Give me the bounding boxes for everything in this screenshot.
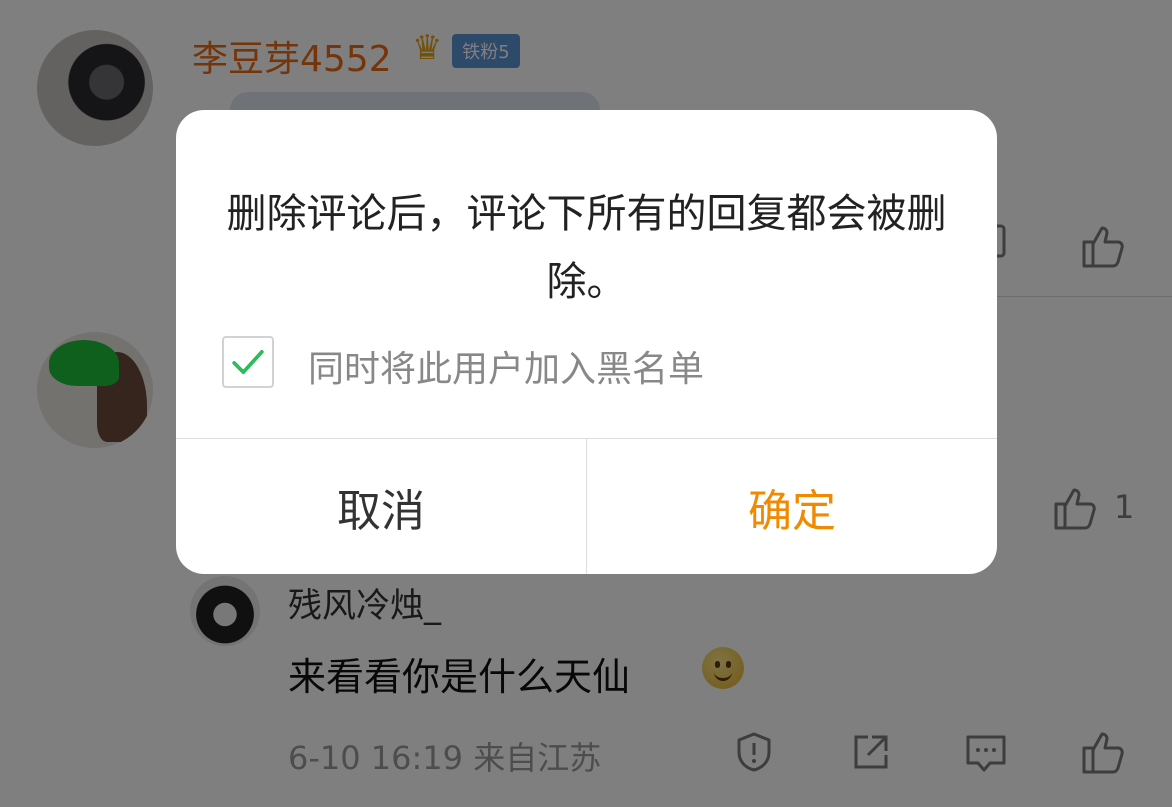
blacklist-checkbox[interactable]: [222, 336, 274, 388]
dialog-message: 删除评论后，评论下所有的回复都会被删除。: [226, 191, 947, 305]
blacklist-label[interactable]: 同时将此用户加入黑名单: [308, 340, 704, 392]
confirm-button[interactable]: 确定: [587, 439, 997, 574]
cancel-button[interactable]: 取消: [176, 439, 586, 574]
check-icon: [232, 350, 264, 374]
delete-comment-dialog: 删除评论后，评论下所有的回复都会被删除。 同时将此用户加入黑名单 取消 确定: [176, 110, 997, 574]
